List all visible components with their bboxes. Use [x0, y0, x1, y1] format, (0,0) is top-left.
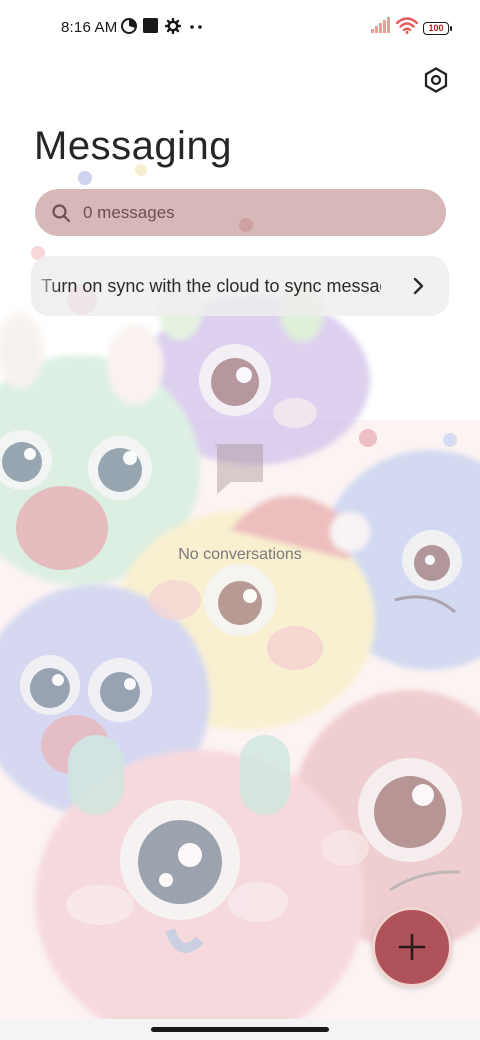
home-indicator[interactable]: [151, 1027, 329, 1032]
sync-banner-fade: [31, 256, 61, 316]
status-time: 8:16 AM: [61, 19, 118, 36]
search-input[interactable]: [83, 202, 413, 223]
search-icon: [52, 203, 71, 222]
empty-state-text: No conversations: [178, 546, 302, 563]
battery-level: 100: [428, 23, 444, 33]
settings-hexagon-icon: [424, 67, 448, 93]
plus-icon: [398, 933, 426, 961]
search-bar[interactable]: [35, 189, 446, 236]
sync-banner[interactable]: Turn on sync with the cloud to sync mess…: [31, 256, 449, 316]
more-dots-icon: [190, 25, 202, 29]
square-icon: [143, 18, 158, 33]
chevron-right-icon: [413, 277, 424, 295]
signal-icon: [371, 17, 390, 33]
message-bubble-icon: [215, 444, 263, 494]
battery-tip: [450, 26, 452, 31]
wifi-icon: [396, 17, 418, 34]
page-title: Messaging: [34, 124, 232, 168]
settings-button[interactable]: [420, 64, 452, 96]
pie-chart-icon: [121, 18, 137, 34]
status-bar: 8:16 AM 100: [0, 0, 480, 56]
sync-banner-text: Turn on sync with the cloud to sync mess…: [41, 276, 381, 296]
battery-icon: 100: [423, 22, 449, 35]
gear-icon: [165, 18, 181, 34]
new-conversation-button[interactable]: [372, 907, 452, 987]
